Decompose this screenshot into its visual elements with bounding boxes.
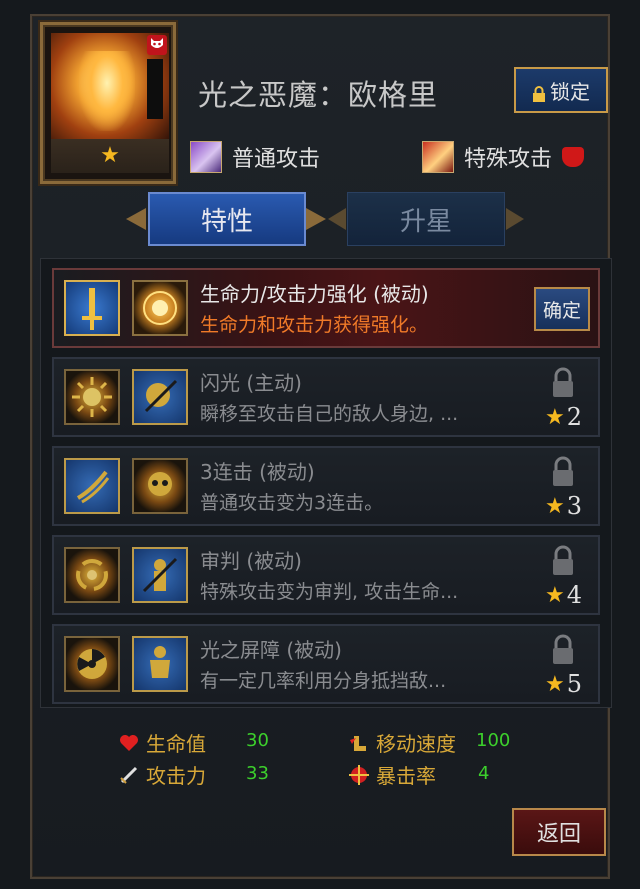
stat-speed-value-wrap: 100 — [476, 730, 510, 751]
stat-crit-label: 暴击率 — [376, 764, 436, 788]
padlock-icon — [550, 634, 576, 666]
hero-name: 光之恶魔：欧格里 — [198, 78, 439, 112]
trait-item-triple-combo[interactable]: 3连击 (被动) 普通攻击变为3连击。 ★ 3 — [52, 446, 600, 526]
trait-description: 生命力和攻击力获得强化。 — [200, 314, 429, 336]
stat-speed: 移动速度 — [348, 728, 456, 757]
portrait-side-bar — [147, 59, 163, 119]
trait-title: 3连击 (被动) — [200, 460, 315, 484]
stat-hp: 生命值 — [118, 728, 206, 757]
target-burst-icon — [132, 280, 188, 336]
star-requirement: ★ 3 — [545, 492, 582, 520]
meditating-figure-icon — [132, 636, 188, 692]
trait-description: 有一定几率利用分身抵挡敌... — [200, 670, 447, 692]
devil-mask-icon — [147, 35, 167, 55]
star-requirement: ★ 5 — [545, 670, 582, 698]
stat-attack: 攻击力 — [118, 760, 206, 789]
trait-title: 光之屏障 (被动) — [200, 638, 342, 662]
confirm-button[interactable]: 确定 — [534, 287, 590, 331]
tab-ornament-right-icon — [506, 208, 524, 230]
star-requirement-value: 5 — [566, 670, 582, 698]
star-icon: ★ — [544, 493, 565, 519]
star-requirement: ★ 2 — [545, 403, 582, 431]
trait-item-light-barrier[interactable]: 光之屏障 (被动) 有一定几率利用分身抵挡敌... ★ 5 — [52, 624, 600, 704]
stat-crit-value-wrap: 4 — [478, 763, 489, 784]
stat-attack-value: 33 — [246, 763, 269, 784]
back-button[interactable]: 返回 — [512, 808, 606, 856]
lock-button-label: 锁定 — [550, 79, 590, 104]
star-icon: ★ — [544, 671, 565, 697]
normal-attack-label: 普通攻击 — [232, 147, 321, 172]
trait-item-flash[interactable]: 闪光 (主动) 瞬移至攻击自己的敌人身边, ... ★ 2 — [52, 357, 600, 437]
crosshair-icon — [348, 764, 370, 786]
trait-item-vitality-attack[interactable]: 生命力/攻击力强化 (被动) 生命力和攻击力获得强化。 确定 — [52, 268, 600, 348]
special-attack[interactable]: 特殊攻击 — [422, 141, 585, 173]
trait-description: 普通攻击变为3连击。 — [200, 492, 384, 514]
stat-speed-value: 100 — [476, 730, 511, 751]
sword-icon — [64, 280, 120, 336]
stat-crit: 暴击率 — [348, 760, 436, 789]
stat-attack-value-wrap: 33 — [246, 763, 269, 784]
star-icon: ★ — [544, 404, 565, 430]
sword-icon — [118, 764, 140, 786]
radiation-icon — [64, 636, 120, 692]
hero-star-rating: ★ — [51, 139, 169, 173]
star-requirement-value: 3 — [566, 492, 582, 520]
padlock-icon — [550, 367, 576, 399]
stat-hp-label: 生命值 — [146, 732, 206, 756]
devil-mask-icon — [562, 147, 585, 167]
padlock-icon — [550, 456, 576, 488]
trait-title: 生命力/攻击力强化 (被动) — [200, 282, 429, 306]
star-requirement: ★ 4 — [545, 581, 582, 609]
lock-icon — [532, 83, 546, 102]
tab-star-up[interactable]: 升星 — [347, 192, 505, 246]
tab-ornament-left-icon — [126, 208, 146, 230]
tab-ornament-left-icon — [328, 208, 346, 230]
stat-hp-value-wrap: 30 — [246, 730, 269, 751]
star-requirement-value: 2 — [566, 403, 582, 431]
trait-title: 闪光 (主动) — [200, 371, 302, 395]
trait-description: 瞬移至攻击自己的敌人身边, ... — [200, 403, 459, 425]
trait-title: 审判 (被动) — [200, 549, 302, 573]
trait-description: 特殊攻击变为审判, 攻击生命... — [200, 581, 459, 603]
skull-slash-icon — [132, 369, 188, 425]
crossed-figure-icon — [132, 547, 188, 603]
vortex-icon — [64, 547, 120, 603]
winged-boot-icon — [348, 732, 370, 754]
tab-traits[interactable]: 特性 — [148, 192, 306, 246]
sun-burst-icon — [64, 369, 120, 425]
hero-portrait[interactable]: ★ — [40, 22, 176, 184]
stat-speed-label: 移动速度 — [376, 732, 456, 756]
stat-hp-value: 30 — [246, 730, 269, 751]
tab-ornament-right-icon — [306, 208, 326, 230]
skull-icon — [132, 458, 188, 514]
padlock-icon — [550, 545, 576, 577]
star-requirement-value: 4 — [566, 581, 582, 609]
heart-icon — [118, 732, 140, 754]
triple-slash-icon — [64, 458, 120, 514]
trait-item-judgment[interactable]: 审判 (被动) 特殊攻击变为审判, 攻击生命... ★ 4 — [52, 535, 600, 615]
special-attack-icon — [422, 141, 454, 173]
hero-figure — [79, 51, 135, 131]
special-attack-label: 特殊攻击 — [464, 147, 553, 172]
normal-attack-icon — [190, 141, 222, 173]
stat-crit-value: 4 — [478, 763, 490, 784]
stat-attack-label: 攻击力 — [146, 764, 206, 788]
lock-button[interactable]: 锁定 — [514, 67, 608, 113]
normal-attack[interactable]: 普通攻击 — [190, 141, 320, 173]
star-icon: ★ — [544, 582, 565, 608]
